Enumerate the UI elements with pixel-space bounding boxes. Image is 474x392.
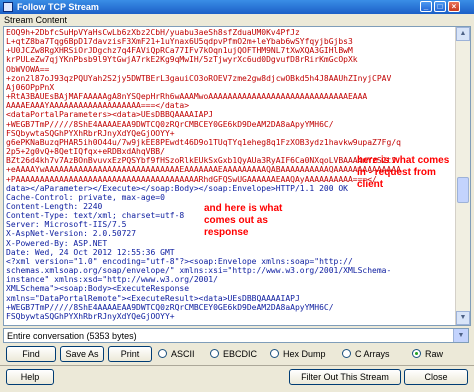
- save-as-button[interactable]: Save As: [60, 346, 104, 362]
- stream-line: FSQbywtaSQGhPYXhRbrRJnyXdYQeGjOOYY+: [6, 311, 175, 321]
- minimize-button[interactable]: _: [420, 1, 432, 12]
- maximize-button[interactable]: □: [434, 1, 446, 12]
- scroll-up-icon[interactable]: ▲: [456, 27, 470, 41]
- close-button[interactable]: Close: [404, 369, 468, 385]
- radio-ebcdic-label: EBCDIC: [223, 349, 258, 359]
- stream-line: Date: Wed, 24 Oct 2012 12:55:36 GMT: [6, 247, 175, 257]
- filter-out-stream-button[interactable]: Filter Out This Stream: [289, 369, 401, 385]
- stream-line: ObWVOWA==: [6, 64, 50, 74]
- stream-line: Cache-Control: private, max-age=0: [6, 192, 165, 202]
- scroll-down-icon[interactable]: ▼: [456, 311, 470, 325]
- radio-raw-label: Raw: [425, 349, 444, 359]
- stream-line: +WEGB7TmP/////8ShE4AAAAEAA9DWTCQ0zRQrCMB…: [6, 119, 334, 129]
- radio-c-arrays-label: C Arrays: [355, 349, 390, 359]
- stream-line: EOQ9h+2DbfcSuHpVYaHsCwLb6zXbz2CbH/yuabu3…: [6, 28, 300, 37]
- stream-line: AAAAEAAAYAAAAAAAAAAAAAAAAAAA===</data>: [6, 101, 190, 111]
- stream-line: XMLSchema"><soap:Body><ExecuteResponse: [6, 284, 190, 294]
- radio-c-arrays-indicator: [342, 349, 351, 358]
- stream-line: +RtA3BAUEsBAjMAFAAAAAgA8nYSQepHrRh6wAAAM…: [6, 92, 368, 102]
- stream-line: <dataPortalParameters><data>UEsDBBQAAAAI…: [6, 110, 214, 120]
- radio-raw-indicator: [412, 349, 421, 358]
- radio-ascii[interactable]: ASCII: [158, 346, 195, 362]
- stream-line: schemas.xmlsoap.org/soap/envelope/" xmln…: [6, 266, 392, 276]
- radio-raw[interactable]: Raw: [412, 346, 443, 362]
- window-title: Follow TCP Stream: [17, 2, 99, 12]
- close-window-button[interactable]: ×: [448, 1, 460, 12]
- stream-line: instance" xmlns:xsd="http://www.w3.org/2…: [6, 275, 218, 285]
- radio-ebcdic-indicator: [210, 349, 219, 358]
- radio-ebcdic[interactable]: EBCDIC: [210, 346, 257, 362]
- radio-hex-dump-label: Hex Dump: [283, 349, 326, 359]
- radio-c-arrays[interactable]: C Arrays: [342, 346, 390, 362]
- stream-line: Aj06OPpPnX: [6, 82, 55, 92]
- app-icon: [3, 2, 13, 12]
- radio-ascii-indicator: [158, 349, 167, 358]
- radio-hex-dump-indicator: [270, 349, 279, 358]
- print-button[interactable]: Print: [108, 346, 152, 362]
- response-annotation: and here is what comes out as response: [204, 203, 283, 238]
- stream-content-label: Stream Content: [4, 15, 68, 25]
- conversation-select[interactable]: Entire conversation (5353 bytes) ▼: [3, 328, 469, 343]
- request-annotation: here is what comes in - request from cli…: [357, 155, 450, 190]
- stream-line: FSQbywtaSQGhPYXhRbrRJnyXdYQeGjOOYY+: [6, 128, 175, 138]
- conversation-select-value: Entire conversation (5353 bytes): [7, 331, 137, 341]
- scroll-thumb[interactable]: [457, 177, 469, 203]
- vertical-scrollbar[interactable]: ▲ ▼: [455, 27, 470, 325]
- find-button[interactable]: Find: [6, 346, 56, 362]
- stream-content-textarea[interactable]: EOQ9h+2DbfcSuHpVYaHsCwLb6zXbz2CbH/yuabu3…: [3, 26, 471, 326]
- stream-line: +zon2l87oJ93qzPQUYah2S2jy5DWTBErL3gauiCO…: [6, 73, 392, 83]
- chevron-down-icon[interactable]: ▼: [453, 329, 468, 342]
- stream-line: L+qtZ8ba7Tqg6BpD17davzisF3XmF21+1uYnax6U…: [6, 37, 353, 47]
- help-button[interactable]: Help: [6, 369, 54, 385]
- stream-line: krPULeZw7qjYKnPbsb9l9YtGwjA7rkE2Kg9qMwIH…: [6, 55, 358, 65]
- title-bar: Follow TCP Stream _ □ ×: [0, 0, 474, 14]
- radio-ascii-label: ASCII: [171, 349, 195, 359]
- footer-divider: [0, 365, 474, 366]
- stream-line: xmlns="DataPortalRemote"><ExecuteResult>…: [6, 293, 300, 303]
- stream-line: +U0JCZw8RgXHRSiOrJDgchz7q4FAViQpRCa77IFv…: [6, 46, 353, 56]
- stream-line: +WEGB7TmP/////8ShE4AAAAEAA9DWTCQ0zRQrCMB…: [6, 302, 334, 312]
- stream-line: g6ePKNaBuzqPHAR5ih0O44u/7w9jkEE8PEwdt46D…: [6, 137, 401, 147]
- stream-line: <?xml version="1.0" encoding="utf-8"?><s…: [6, 256, 353, 266]
- radio-hex-dump[interactable]: Hex Dump: [270, 346, 326, 362]
- stream-line: X-Powered-By: ASP.NET: [6, 238, 108, 248]
